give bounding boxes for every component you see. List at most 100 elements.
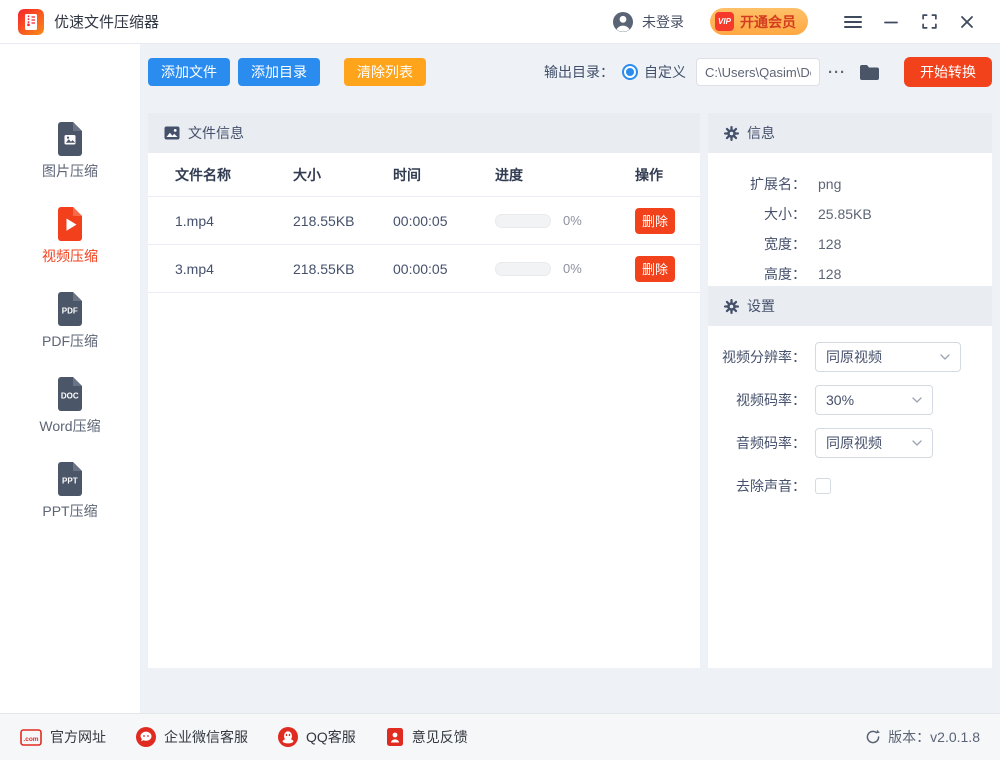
settings-panel-header: 设置: [708, 286, 992, 326]
field-label: 大小：: [708, 204, 806, 224]
setting-label: 视频码率：: [708, 390, 806, 410]
menu-button[interactable]: [838, 7, 868, 37]
version-info: 版本：v2.0.1.8: [865, 727, 980, 747]
audio-bitrate-select[interactable]: 同原视频: [815, 428, 933, 458]
video-file-icon: [52, 205, 88, 241]
mute-checkbox[interactable]: [815, 478, 831, 494]
file-info-panel: 文件信息 文件名称 大小 时间 进度 操作 1.mp4 218.55KB 00:…: [148, 113, 700, 668]
col-action: 操作: [635, 165, 700, 185]
chevron-down-icon: [940, 354, 950, 360]
col-size: 大小: [293, 165, 393, 185]
user-avatar-icon: [612, 11, 634, 33]
file-name: 3.mp4: [175, 261, 293, 277]
sidebar-item-label: PPT压缩: [42, 501, 97, 521]
setting-audio-bitrate: 音频码率： 同原视频: [708, 428, 992, 458]
progress-bar: [495, 262, 551, 276]
file-info-panel-header: 文件信息: [148, 113, 700, 153]
maximize-button[interactable]: [914, 7, 944, 37]
svg-text:PDF: PDF: [62, 307, 78, 316]
add-file-button[interactable]: 添加文件: [148, 58, 230, 86]
browse-ellipsis-button[interactable]: ···: [828, 64, 846, 81]
progress-value: 0%: [563, 261, 582, 276]
sidebar-item-label: Word压缩: [39, 416, 100, 436]
progress-cell: 0%: [495, 261, 635, 276]
open-folder-button[interactable]: [859, 64, 880, 81]
user-account-button[interactable]: 未登录: [612, 11, 684, 33]
toolbar: 添加文件 添加目录 清除列表 输出目录： 自定义 ··· 开始转换: [148, 57, 992, 87]
minimize-button[interactable]: [876, 7, 906, 37]
info-panel-header: 信息: [708, 113, 992, 153]
login-status-label: 未登录: [642, 12, 684, 32]
sidebar-item-label: 视频压缩: [42, 246, 98, 266]
sidebar-item-image-compress[interactable]: 图片压缩: [0, 108, 140, 193]
settings-panel-title: 设置: [747, 296, 775, 316]
file-size: 218.55KB: [293, 213, 393, 229]
wechat-service-link[interactable]: 企业微信客服: [136, 727, 248, 747]
vip-badge-icon: VIP: [715, 12, 734, 31]
clear-list-button[interactable]: 清除列表: [344, 58, 426, 86]
sidebar-item-word-compress[interactable]: DOC Word压缩: [0, 363, 140, 448]
custom-directory-radio[interactable]: [622, 64, 638, 80]
close-button[interactable]: [952, 7, 982, 37]
output-path-input[interactable]: [696, 58, 820, 86]
footer: .com 官方网址 企业微信客服 QQ客服: [0, 713, 1000, 760]
resolution-select[interactable]: 同原视频: [815, 342, 961, 372]
sidebar-item-pdf-compress[interactable]: PDF PDF压缩: [0, 278, 140, 363]
open-vip-label: 开通会员: [740, 12, 796, 32]
close-icon: [960, 15, 974, 29]
file-info-panel-title: 文件信息: [188, 123, 244, 143]
start-convert-button[interactable]: 开始转换: [904, 57, 992, 87]
image-file-icon: [52, 120, 88, 156]
open-vip-button[interactable]: VIP 开通会员: [710, 8, 808, 35]
add-directory-button[interactable]: 添加目录: [238, 58, 320, 86]
setting-mute: 去除声音：: [708, 471, 992, 501]
version-label: 版本：v2.0.1.8: [888, 727, 980, 747]
info-field: 宽度： 128: [708, 229, 992, 259]
qq-service-link[interactable]: QQ客服: [278, 727, 356, 747]
info-panel-title: 信息: [747, 123, 775, 143]
window-controls: [830, 7, 982, 37]
delete-row-button[interactable]: 删除: [635, 208, 675, 234]
website-icon: .com: [20, 729, 42, 746]
progress-value: 0%: [563, 213, 582, 228]
sidebar-item-video-compress[interactable]: 视频压缩: [0, 193, 140, 278]
info-field: 大小： 25.85KB: [708, 199, 992, 229]
setting-label: 音频码率：: [708, 433, 806, 453]
app-logo-icon: [18, 9, 44, 35]
field-value: 25.85KB: [818, 206, 872, 222]
col-time: 时间: [393, 165, 495, 185]
output-directory-group: 输出目录： 自定义 ··· 开始转换: [544, 57, 992, 87]
app-title: 优速文件压缩器: [54, 11, 159, 32]
pdf-file-icon: PDF: [52, 290, 88, 326]
setting-video-bitrate: 视频码率： 30%: [708, 385, 992, 415]
output-directory-label: 输出目录：: [544, 62, 614, 82]
hamburger-icon: [844, 15, 862, 29]
official-website-link[interactable]: .com 官方网址: [20, 727, 106, 747]
titlebar: 优速文件压缩器 未登录 VIP 开通会员: [0, 0, 1000, 44]
settings-fields: 视频分辨率： 同原视频 视频码率： 30%: [708, 326, 992, 501]
sidebar-item-label: 图片压缩: [42, 161, 98, 181]
table-header: 文件名称 大小 时间 进度 操作: [148, 153, 700, 197]
delete-row-button[interactable]: 删除: [635, 256, 675, 282]
sidebar-item-label: PDF压缩: [42, 331, 98, 351]
file-time: 00:00:05: [393, 261, 495, 277]
gear-icon: [724, 299, 739, 314]
chevron-down-icon: [912, 440, 922, 446]
video-bitrate-select[interactable]: 30%: [815, 385, 933, 415]
info-fields: 扩展名： png 大小： 25.85KB 宽度： 128 高度： 128: [708, 153, 992, 286]
field-value: 128: [818, 266, 841, 282]
field-value: png: [818, 176, 841, 192]
field-label: 高度：: [708, 264, 806, 284]
feedback-link[interactable]: 意见反馈: [386, 727, 468, 747]
sidebar-item-ppt-compress[interactable]: PPT PPT压缩: [0, 448, 140, 533]
right-panel: 信息 扩展名： png 大小： 25.85KB 宽度： 128 高度： 128: [708, 113, 992, 668]
chevron-down-icon: [912, 397, 922, 403]
setting-resolution: 视频分辨率： 同原视频: [708, 342, 992, 372]
sidebar: 图片压缩 视频压缩 PDF PDF压缩 DOC Word压缩: [0, 44, 140, 713]
svg-text:.com: .com: [23, 736, 38, 743]
setting-label: 去除声音：: [708, 476, 806, 496]
minimize-icon: [884, 15, 898, 29]
col-progress: 进度: [495, 165, 635, 185]
picture-icon: [164, 125, 180, 141]
gear-icon: [724, 126, 739, 141]
